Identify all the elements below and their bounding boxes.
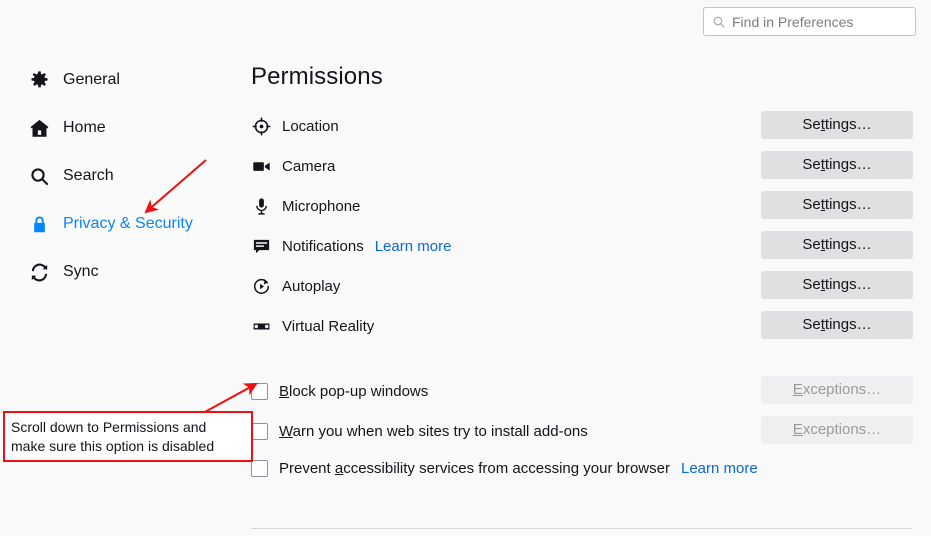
section-divider [251, 528, 912, 529]
annotation-line-2: make sure this option is disabled [11, 437, 215, 454]
permission-label: Camera [282, 157, 336, 175]
accessibility-learn-more-link[interactable]: Learn more [681, 460, 758, 477]
checkbox-row-block-popups[interactable]: Block pop-up windows [251, 378, 428, 404]
lock-icon [28, 213, 50, 235]
autoplay-settings-button[interactable]: Settings… [761, 271, 913, 299]
autoplay-icon [251, 276, 271, 296]
camera-icon [251, 156, 271, 176]
permission-label: Virtual Reality [282, 317, 375, 335]
microphone-icon [251, 196, 271, 216]
block-popups-exceptions-button[interactable]: Exceptions… [761, 376, 913, 404]
permission-row-microphone: Microphone [251, 191, 360, 221]
sidebar-item-label: Sync [63, 263, 99, 280]
permission-label: Location [282, 117, 339, 135]
virtual-reality-icon [251, 316, 271, 336]
prevent-accessibility-label: Prevent accessibility services from acce… [279, 459, 670, 477]
block-popups-label: Block pop-up windows [279, 382, 429, 400]
gear-icon [28, 69, 50, 91]
checkbox-row-prevent-accessibility[interactable]: Prevent accessibility services from acce… [251, 455, 758, 481]
sidebar-item-general[interactable]: General [28, 65, 120, 95]
notifications-learn-more-link[interactable]: Learn more [375, 238, 452, 255]
notifications-settings-button[interactable]: Settings… [761, 231, 913, 259]
camera-settings-button[interactable]: Settings… [761, 151, 913, 179]
permission-label: Notifications [282, 237, 364, 255]
microphone-settings-button[interactable]: Settings… [761, 191, 913, 219]
sidebar-item-label: Privacy & Security [63, 215, 193, 232]
search-icon [28, 165, 50, 187]
notifications-icon [251, 236, 271, 256]
sidebar-item-home[interactable]: Home [28, 113, 106, 143]
location-icon [251, 116, 271, 136]
block-popups-checkbox[interactable] [251, 382, 268, 400]
warn-addons-checkbox[interactable] [251, 422, 268, 440]
location-settings-button[interactable]: Settings… [761, 111, 913, 139]
annotation-callout-box: Scroll down to Permissions and make sure… [3, 411, 253, 462]
permission-row-virtual-reality: Virtual Reality [251, 311, 374, 341]
sidebar-item-label: Search [63, 167, 114, 184]
permission-row-camera: Camera [251, 151, 335, 181]
annotation-line-1: Scroll down to Permissions and [11, 418, 207, 435]
sidebar-item-label: General [63, 71, 120, 88]
sidebar-item-search[interactable]: Search [28, 161, 114, 191]
home-icon [28, 117, 50, 139]
sidebar-item-label: Home [63, 119, 106, 136]
sidebar-item-privacy-security[interactable]: Privacy & Security [28, 209, 193, 239]
content-pane: Permissions Location Settings… Camera Se… [232, 0, 931, 536]
permission-row-notifications: Notifications Learn more [251, 231, 451, 261]
permission-row-location: Location [251, 111, 339, 141]
checkbox-row-warn-addons[interactable]: Warn you when web sites try to install a… [251, 418, 588, 444]
permission-row-autoplay: Autoplay [251, 271, 340, 301]
warn-addons-label: Warn you when web sites try to install a… [279, 422, 588, 440]
permission-label: Autoplay [282, 277, 341, 295]
virtual-reality-settings-button[interactable]: Settings… [761, 311, 913, 339]
sidebar-item-sync[interactable]: Sync [28, 257, 99, 287]
warn-addons-exceptions-button[interactable]: Exceptions… [761, 416, 913, 444]
prevent-accessibility-checkbox[interactable] [251, 459, 268, 477]
sync-icon [28, 261, 50, 283]
permission-label: Microphone [282, 197, 361, 215]
page-title: Permissions [251, 63, 383, 90]
